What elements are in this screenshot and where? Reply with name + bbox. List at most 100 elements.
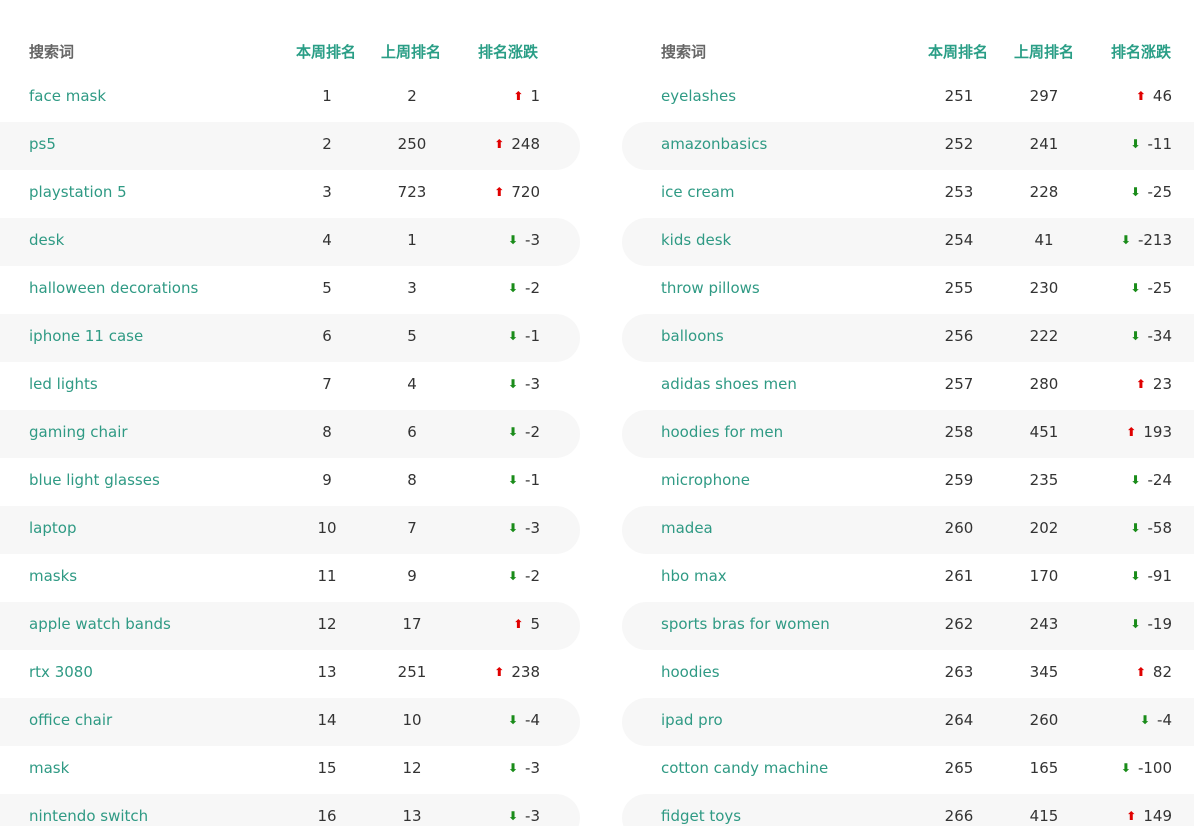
rank-change: ⬆ 238 (440, 663, 540, 681)
keyword-link[interactable]: ipad pro (661, 711, 723, 729)
keyword-link[interactable]: face mask (29, 87, 106, 105)
arrow-up-icon: ⬆ (1135, 665, 1146, 679)
last-week-rank: 5 (407, 327, 417, 345)
arrow-up-icon: ⬆ (513, 617, 524, 631)
keyword-link[interactable]: hoodies for men (661, 423, 783, 441)
rank-change-value: -100 (1137, 759, 1172, 777)
rank-change: ⬆ 46 (1072, 87, 1172, 105)
this-week-rank: 7 (322, 375, 332, 393)
keyword-link[interactable]: fidget toys (661, 807, 741, 825)
rank-change: ⬇ -2 (440, 567, 540, 585)
keyword-link[interactable]: office chair (29, 711, 112, 729)
this-week-rank: 252 (944, 135, 974, 153)
table-row: masks 11 9 ⬇ -2 (0, 554, 580, 602)
rank-change-value: -24 (1147, 471, 1173, 489)
table-row: laptop 10 7 ⬇ -3 (0, 506, 580, 554)
keyword-link[interactable]: rtx 3080 (29, 663, 93, 681)
table-row: office chair 14 10 ⬇ -4 (0, 698, 580, 746)
keyword-link[interactable]: ice cream (661, 183, 735, 201)
keyword-link[interactable]: led lights (29, 375, 98, 393)
rank-change: ⬇ -3 (440, 759, 540, 777)
last-week-rank: 12 (402, 759, 422, 777)
keyword-link[interactable]: halloween decorations (29, 279, 198, 297)
header-last-week[interactable]: 上周排名 (381, 41, 441, 62)
table-row: ice cream 253 228 ⬇ -25 (622, 170, 1194, 218)
keyword-link[interactable]: madea (661, 519, 713, 537)
keyword-link[interactable]: desk (29, 231, 64, 249)
keyword-link[interactable]: balloons (661, 327, 724, 345)
arrow-down-icon: ⬇ (1139, 713, 1151, 727)
header-this-week[interactable]: 本周排名 (928, 41, 988, 62)
table-row: apple watch bands 12 17 ⬆ 5 (0, 602, 580, 650)
table-row: kids desk 254 41 ⬇ -213 (622, 218, 1194, 266)
keyword-link[interactable]: cotton candy machine (661, 759, 828, 777)
header-this-week[interactable]: 本周排名 (296, 41, 356, 62)
rank-change-value: 23 (1152, 375, 1172, 393)
keyword-link[interactable]: laptop (29, 519, 76, 537)
arrow-down-icon: ⬇ (507, 569, 519, 583)
header-change[interactable]: 排名涨跌 (1111, 41, 1171, 62)
rank-change: ⬇ -58 (1072, 519, 1172, 537)
this-week-rank: 15 (317, 759, 337, 777)
rank-change: ⬇ -3 (440, 231, 540, 249)
arrow-down-icon: ⬇ (1130, 617, 1141, 631)
this-week-rank: 8 (322, 423, 332, 441)
keyword-link[interactable]: hoodies (661, 663, 720, 681)
table-row: microphone 259 235 ⬇ -24 (622, 458, 1194, 506)
rank-change-value: -3 (525, 519, 540, 537)
keyword-link[interactable]: nintendo switch (29, 807, 148, 825)
last-week-rank: 723 (397, 183, 427, 201)
keyword-link[interactable]: masks (29, 567, 77, 585)
header-change[interactable]: 排名涨跌 (478, 41, 538, 62)
last-week-rank: 260 (1029, 711, 1059, 729)
keyword-link[interactable]: microphone (661, 471, 750, 489)
arrow-up-icon: ⬆ (494, 185, 505, 199)
keyword-link[interactable]: eyelashes (661, 87, 736, 105)
keyword-link[interactable]: adidas shoes men (661, 375, 797, 393)
keyword-link[interactable]: kids desk (661, 231, 731, 249)
rank-change: ⬇ -34 (1072, 327, 1172, 345)
keyword-link[interactable]: apple watch bands (29, 615, 171, 633)
last-week-rank: 10 (402, 711, 422, 729)
arrow-up-icon: ⬆ (494, 665, 505, 679)
keyword-link[interactable]: ps5 (29, 135, 56, 153)
this-week-rank: 259 (944, 471, 974, 489)
arrow-down-icon: ⬇ (1130, 473, 1141, 487)
table-row: halloween decorations 5 3 ⬇ -2 (0, 266, 580, 314)
last-week-rank: 13 (402, 807, 422, 825)
rank-change-value: -2 (525, 567, 540, 585)
rank-change: ⬆ 720 (440, 183, 540, 201)
keyword-link[interactable]: sports bras for women (661, 615, 830, 633)
keyword-link[interactable]: gaming chair (29, 423, 128, 441)
rank-change: ⬇ -2 (440, 279, 540, 297)
table-body: face mask 1 2 ⬆ 1 ps5 2 250 ⬆ 248 playstation 5 3 72… (0, 74, 580, 826)
header-keyword: 搜索词 (29, 43, 75, 61)
this-week-rank: 14 (317, 711, 337, 729)
arrow-up-icon: ⬆ (1126, 425, 1137, 439)
rank-change-value: -91 (1147, 567, 1173, 585)
rank-change-value: -1 (525, 471, 540, 489)
rank-change-value: -213 (1137, 231, 1172, 249)
keyword-link[interactable]: throw pillows (661, 279, 760, 297)
table-row: desk 4 1 ⬇ -3 (0, 218, 580, 266)
keyword-link[interactable]: blue light glasses (29, 471, 160, 489)
arrow-down-icon: ⬇ (507, 713, 519, 727)
last-week-rank: 243 (1029, 615, 1059, 633)
this-week-rank: 260 (944, 519, 974, 537)
rank-change-value: 5 (530, 615, 540, 633)
last-week-rank: 2 (407, 87, 417, 105)
keyword-link[interactable]: hbo max (661, 567, 727, 585)
keyword-link[interactable]: iphone 11 case (29, 327, 143, 345)
this-week-rank: 251 (944, 87, 974, 105)
header-last-week[interactable]: 上周排名 (1014, 41, 1074, 62)
table-row: nintendo switch 16 13 ⬇ -3 (0, 794, 580, 826)
keyword-link[interactable]: mask (29, 759, 69, 777)
rank-change-value: 720 (511, 183, 540, 201)
keyword-link[interactable]: amazonbasics (661, 135, 767, 153)
last-week-rank: 280 (1029, 375, 1059, 393)
keyword-link[interactable]: playstation 5 (29, 183, 127, 201)
rank-change: ⬇ -100 (1072, 759, 1172, 777)
table-row: fidget toys 266 415 ⬆ 149 (622, 794, 1194, 826)
this-week-rank: 5 (322, 279, 332, 297)
table-row: ipad pro 264 260 ⬇ -4 (622, 698, 1194, 746)
